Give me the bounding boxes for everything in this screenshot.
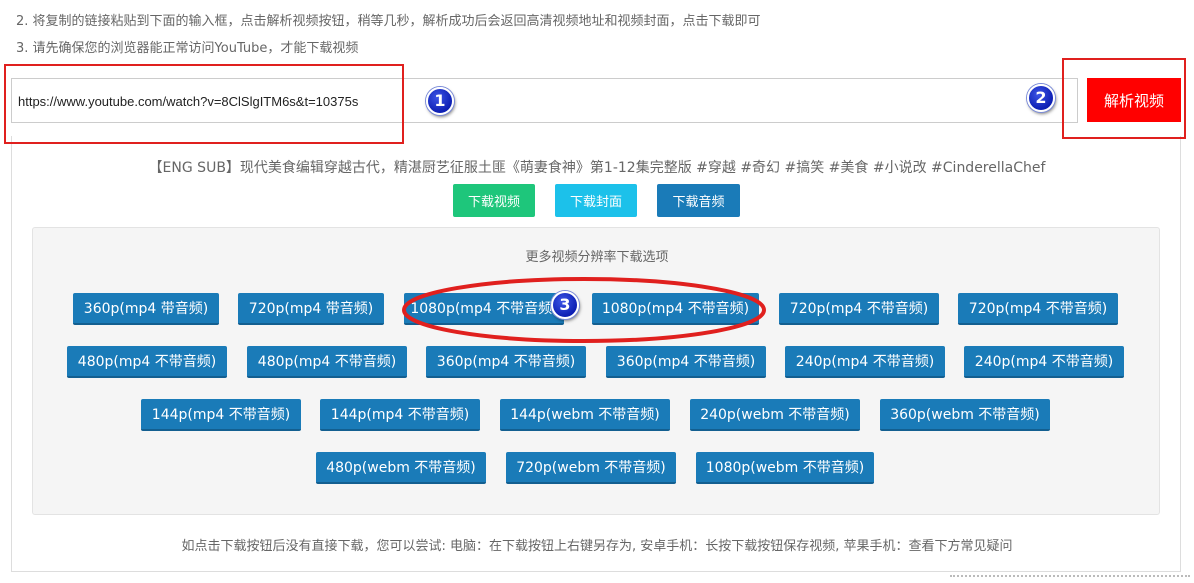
resolution-button[interactable]: 720p(webm 不带音频): [506, 452, 676, 484]
resolution-button[interactable]: 144p(mp4 不带音频): [141, 399, 301, 431]
resolution-button[interactable]: 720p(mp4 不带音频): [958, 293, 1118, 325]
dotted-divider: [950, 575, 1190, 577]
instruction-step-3: 3. 请先确保您的浏览器能正常访问YouTube，才能下载视频: [16, 41, 359, 56]
instruction-step-2: 2. 将复制的链接粘贴到下面的输入框，点击解析视频按钮，稍等几秒，解析成功后会返…: [16, 14, 761, 29]
download-cover-button[interactable]: 下载封面: [555, 184, 637, 217]
resolution-button[interactable]: 240p(webm 不带音频): [690, 399, 860, 431]
url-input[interactable]: [18, 89, 918, 113]
resolution-button[interactable]: 240p(mp4 不带音频): [964, 346, 1124, 378]
resolution-button[interactable]: 144p(webm 不带音频): [500, 399, 670, 431]
resolution-button[interactable]: 480p(mp4 不带音频): [247, 346, 407, 378]
resolution-button[interactable]: 720p(mp4 带音频): [238, 293, 384, 325]
resolution-button[interactable]: 144p(mp4 不带音频): [320, 399, 480, 431]
resolution-button[interactable]: 360p(mp4 带音频): [73, 293, 219, 325]
video-title: 【ENG SUB】现代美食编辑穿越古代，精湛厨艺征服土匪《萌妻食神》第1-12集…: [148, 160, 1046, 176]
url-input-wrapper: [11, 78, 1078, 123]
download-help-note: 如点击下载按钮后没有直接下载，您可以尝试: 电脑：在下载按钮上右键另存为, 安卓…: [181, 539, 1013, 554]
step-badge-1: 1: [426, 87, 454, 115]
download-video-button[interactable]: 下载视频: [453, 184, 535, 217]
resolution-button[interactable]: 1080p(mp4 不带音频): [592, 293, 759, 325]
step-badge-2: 2: [1027, 84, 1055, 112]
resolution-button[interactable]: 1080p(mp4 不带音频): [404, 293, 564, 325]
download-audio-button[interactable]: 下载音频: [657, 184, 740, 217]
resolution-button[interactable]: 360p(mp4 不带音频): [606, 346, 766, 378]
resolution-options-title: 更多视频分辨率下载选项: [525, 250, 669, 265]
resolution-button[interactable]: 360p(mp4 不带音频): [426, 346, 586, 378]
parse-video-button[interactable]: 解析视频: [1087, 78, 1181, 122]
resolution-button[interactable]: 240p(mp4 不带音频): [785, 346, 945, 378]
resolution-button[interactable]: 480p(webm 不带音频): [316, 452, 486, 484]
step-badge-3: 3: [551, 291, 579, 319]
resolution-button[interactable]: 1080p(webm 不带音频): [696, 452, 874, 484]
resolution-button[interactable]: 720p(mp4 不带音频): [779, 293, 939, 325]
resolution-button[interactable]: 480p(mp4 不带音频): [67, 346, 227, 378]
resolution-button[interactable]: 360p(webm 不带音频): [880, 399, 1050, 431]
